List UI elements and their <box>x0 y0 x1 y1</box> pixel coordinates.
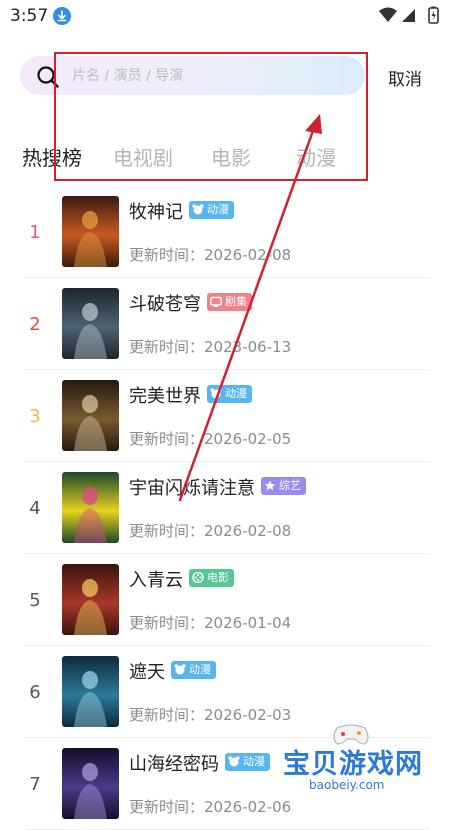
annotation-arrow <box>178 114 322 502</box>
watermark-brand: 宝贝游戏网 <box>283 749 423 780</box>
watermark-url: baobeiy.com <box>309 778 385 792</box>
watermark: 宝贝游戏网 baobeiy.com <box>283 722 455 809</box>
